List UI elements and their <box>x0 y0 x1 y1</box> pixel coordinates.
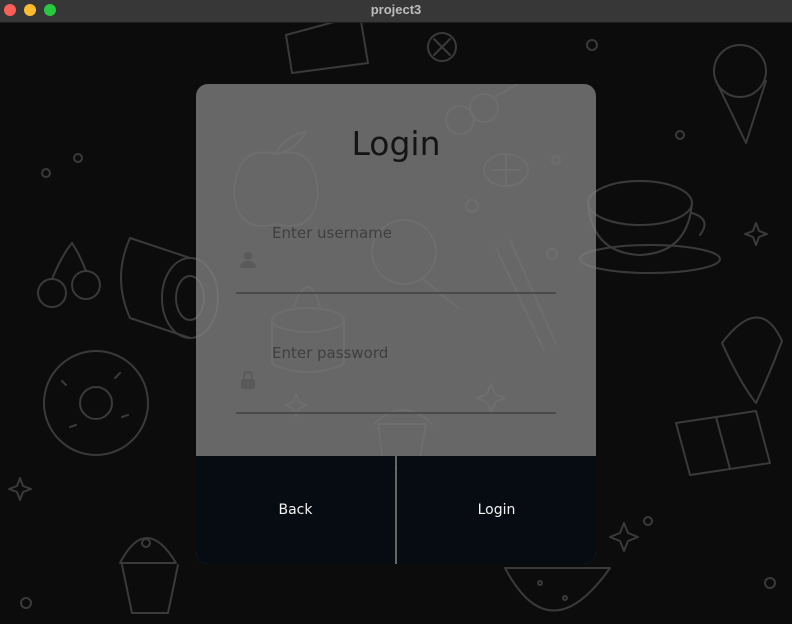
bubble-doodle <box>41 168 51 178</box>
bubble-doodle <box>643 516 653 526</box>
username-underline <box>236 292 556 294</box>
candy-doodle <box>427 32 457 62</box>
cake-slice-doodle <box>285 23 369 74</box>
back-button[interactable]: Back <box>196 456 395 564</box>
bubble-doodle <box>465 199 479 213</box>
ice-cream-doodle <box>713 44 767 144</box>
star-doodle <box>744 222 768 246</box>
login-card: Login Back Login <box>196 84 596 564</box>
window-titlebar: project3 <box>0 0 792 23</box>
bubble-doodle <box>73 153 83 163</box>
star-doodle <box>8 477 32 501</box>
croissant-doodle <box>721 316 783 404</box>
person-icon <box>240 252 256 268</box>
muffin-doodle <box>119 537 179 614</box>
password-field <box>236 344 556 414</box>
password-underline <box>236 412 556 414</box>
bubble-doodle <box>20 597 32 609</box>
coffee-cup-doodle <box>579 180 721 274</box>
lock-icon <box>241 370 255 389</box>
bubble-doodle <box>764 577 776 589</box>
window-title: project3 <box>370 2 422 17</box>
bubble-doodle <box>586 39 598 51</box>
chocolate-bar-doodle <box>675 410 771 476</box>
page-title: Login <box>351 124 441 163</box>
login-button[interactable]: Login <box>397 456 596 564</box>
watermelon-doodle <box>504 567 611 612</box>
donut-doodle <box>43 350 149 456</box>
username-input[interactable] <box>272 224 552 242</box>
bubble-doodle <box>675 130 685 140</box>
star-doodle <box>609 522 639 552</box>
password-input[interactable] <box>272 344 552 362</box>
cherries-doodle <box>37 242 101 308</box>
username-field <box>236 224 556 294</box>
